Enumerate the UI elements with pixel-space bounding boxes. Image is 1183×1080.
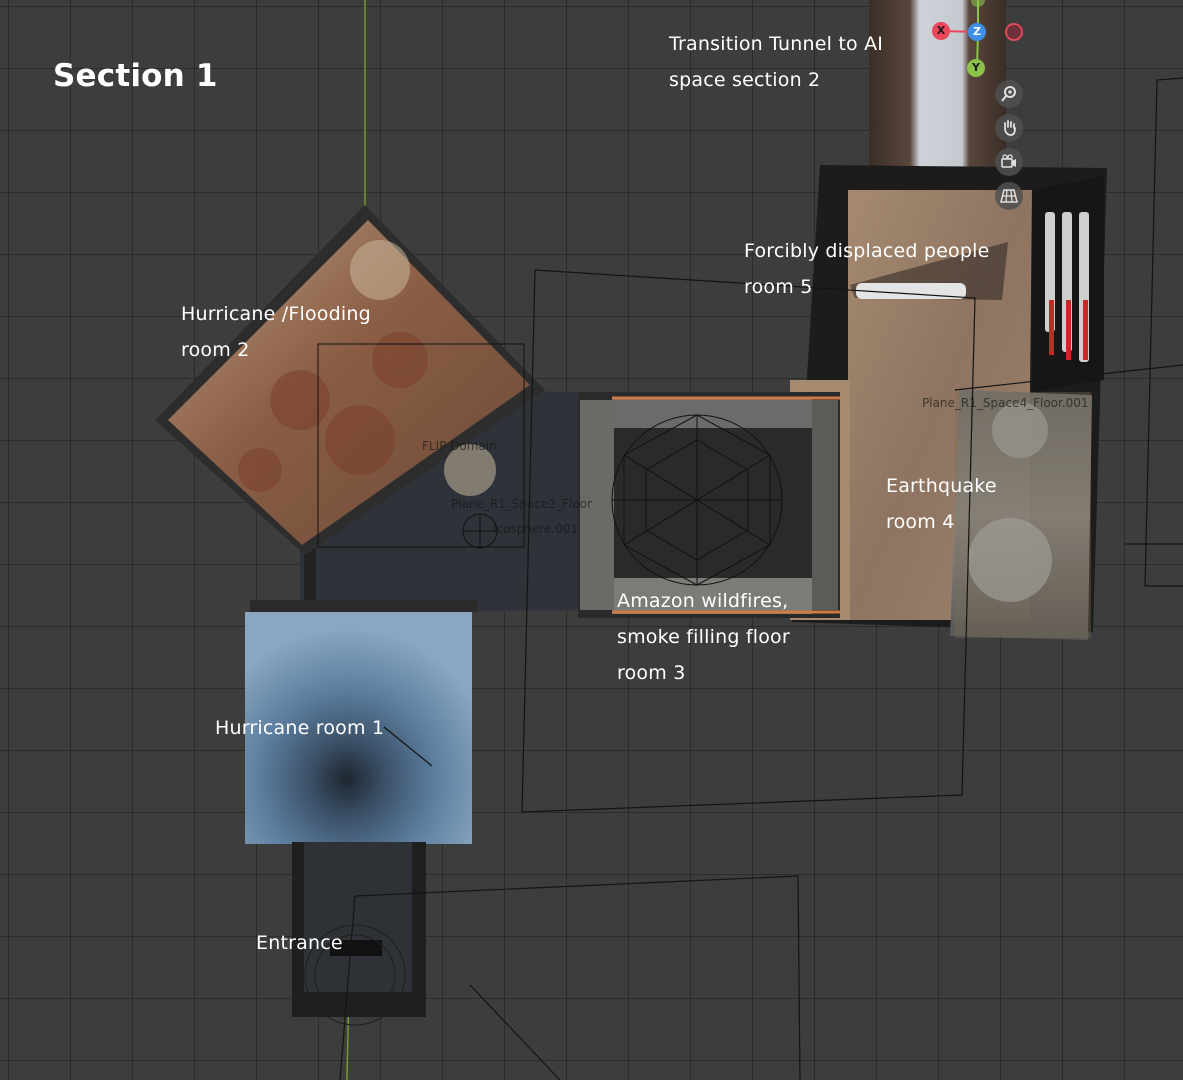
- pan-hand-icon: [1004, 120, 1016, 136]
- camera-icon: [1001, 154, 1016, 168]
- pan-button[interactable]: [995, 114, 1023, 142]
- hurricane-room-1-label: Hurricane room 1: [215, 717, 385, 739]
- forcibly-displaced-label: Forcibly displaced people room 5: [744, 240, 990, 298]
- grid-view-icon: [1000, 189, 1018, 203]
- gizmo-x-axis-button[interactable]: X: [932, 22, 950, 40]
- section-title: Section 1: [53, 58, 218, 94]
- transition-tunnel-label: Transition Tunnel to AI space section 2: [669, 33, 884, 91]
- icosphere-label: Icosphere.001: [493, 522, 579, 536]
- perspective-toggle-button[interactable]: [995, 182, 1023, 210]
- zoom-button[interactable]: [995, 80, 1023, 108]
- plane-space4-label: Plane_R1_Space4_Floor.001: [922, 396, 1089, 410]
- amazon-wildfires-label: Amazon wildfires, smoke filling floor ro…: [617, 590, 790, 684]
- hurricane-flooding-label: Hurricane /Flooding room 2: [181, 303, 371, 361]
- camera-view-button[interactable]: [995, 148, 1023, 176]
- gizmo-z-axis-button[interactable]: Z: [968, 23, 986, 41]
- flip-domain-label: FLIP Domain: [422, 439, 497, 453]
- navigation-gizmo[interactable]: X Z Y: [930, 0, 1030, 80]
- gizmo-y-axis-button[interactable]: Y: [967, 59, 985, 77]
- plane-space2-label: Plane_R1_Space2_Floor: [451, 497, 592, 511]
- entrance-label: Entrance: [256, 932, 343, 954]
- zoom-icon: [1001, 86, 1016, 102]
- earthquake-label: Earthquake room 4: [886, 475, 997, 533]
